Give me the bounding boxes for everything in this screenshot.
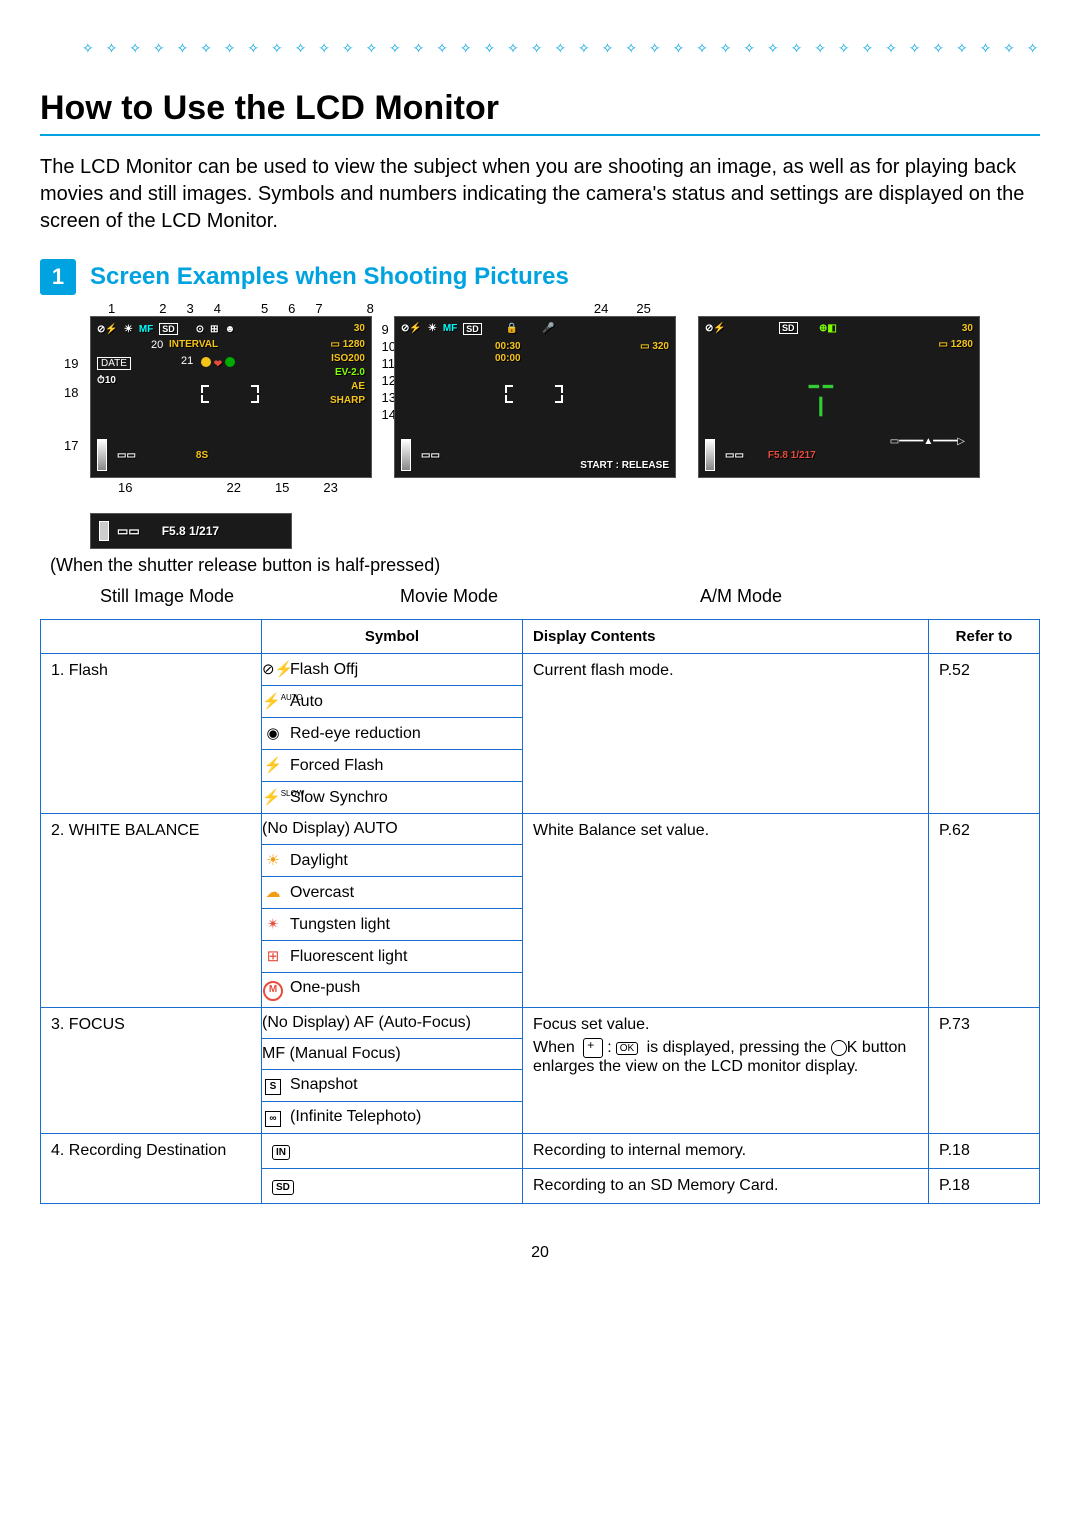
movie-size: 320 <box>652 341 669 352</box>
sym-label: Tungsten light <box>290 916 390 933</box>
callout-num: 8 <box>367 301 374 316</box>
movie-mode-screen: ⊘⚡ ☀ MF SD 🔒 🎤 00:30 00:00 ▭ 320 <box>394 316 676 478</box>
remaining-shots: 30 <box>354 323 365 334</box>
still-mode-label: Still Image Mode <box>100 586 400 607</box>
sym-label: (No Display) AF (Auto-Focus) <box>262 1014 471 1031</box>
interval-label: INTERVAL <box>169 339 218 350</box>
sharp-label: SHARP <box>330 395 365 406</box>
callout-num: 22 <box>226 480 240 495</box>
table-row: 3. FOCUS (No Display) AF (Auto-Focus) MF… <box>41 1008 1040 1134</box>
refer-wb: P.62 <box>929 814 1040 1008</box>
sym-label: (Infinite Telephoto) <box>290 1108 421 1125</box>
callout-num: 16 <box>118 480 132 495</box>
callout-num: 1 <box>108 301 115 316</box>
sd-icon: SD <box>272 1180 294 1195</box>
am-mode-screen: ⊘⚡ SD ⊕◧ 30 ▭ 1280 ━ ━ ┃ ▭━━━━▲━━━━▷ ▭▭ … <box>698 316 980 478</box>
row-name-dest: 4. Recording Destination <box>41 1134 262 1204</box>
row-name-wb: 2. WHITE BALANCE <box>41 814 262 1008</box>
callout-num: 3 <box>186 301 193 316</box>
image-size-am: 1280 <box>951 339 973 350</box>
am-mode-label: A/M Mode <box>700 586 1000 607</box>
half-press-am: F5.8 1/217 <box>768 450 816 461</box>
section-title: Screen Examples when Shooting Pictures <box>90 263 1040 291</box>
display-dest-sd: Recording to an SD Memory Card. <box>523 1169 929 1204</box>
iso-label: ISO200 <box>331 353 365 364</box>
refer-focus: P.73 <box>929 1008 1040 1134</box>
table-header-display: Display Contents <box>523 620 929 654</box>
table-row: 1. Flash ⊘⚡Flash Offj ⚡AUTOAuto Red-eye … <box>41 654 1040 814</box>
table-row: 4. Recording Destination IN Recording to… <box>41 1134 1040 1169</box>
refer-dest-sd: P.18 <box>929 1169 1040 1204</box>
callout-num: 18 <box>64 385 78 400</box>
image-size: 1280 <box>343 339 365 350</box>
sym-label: Slow Synchro <box>290 789 388 806</box>
selftimer-label: 10 <box>105 375 116 386</box>
table-header-refer: Refer to <box>929 620 1040 654</box>
sym-label: (No Display) AUTO <box>262 820 398 837</box>
symbol-table: Symbol Display Contents Refer to 1. Flas… <box>40 619 1040 1204</box>
date-label: DATE <box>97 357 131 370</box>
half-press-strip: ▭▭ F5.8 1/217 <box>90 513 292 549</box>
sym-label: Forced Flash <box>290 757 383 774</box>
callout-num: 4 <box>214 301 221 316</box>
callout-num: 2 <box>159 301 166 316</box>
callout-num: 15 <box>275 480 289 495</box>
sym-label: Red-eye reduction <box>290 725 421 742</box>
refer-flash: P.52 <box>929 654 1040 814</box>
display-wb: White Balance set value. <box>523 814 929 1008</box>
refer-dest-in: P.18 <box>929 1134 1040 1169</box>
callout-num: 25 <box>636 301 650 316</box>
sym-label: Fluorescent light <box>290 948 407 965</box>
page-title: How to Use the LCD Monitor <box>40 89 1040 136</box>
zoom-icon <box>583 1038 603 1058</box>
ae-label: AE <box>351 381 365 392</box>
callout-num: 21 <box>181 355 193 367</box>
callout-num: 17 <box>64 438 78 453</box>
sym-label: MF (Manual Focus) <box>262 1045 401 1062</box>
ok-icon: OK <box>616 1042 638 1055</box>
decorative-divider: ✧ ✧ ✧ ✧ ✧ ✧ ✧ ✧ ✧ ✧ ✧ ✧ ✧ ✧ ✧ ✧ ✧ ✧ ✧ ✧ … <box>40 40 1040 57</box>
remaining-shots-am: 30 <box>962 323 973 334</box>
display-flash: Current flash mode. <box>523 654 929 814</box>
callout-num: 7 <box>315 301 322 316</box>
still-image-screen: ⊘⚡ ☀ MF SD ⊙ ⊞ ☻ 30 ▭ 1280 INTERVAL 20 I… <box>90 316 372 478</box>
callout-num: 24 <box>594 301 608 316</box>
callout-num: 20 <box>151 339 163 351</box>
sym-label: Snapshot <box>290 1076 358 1093</box>
movie-mode-label: Movie Mode <box>400 586 700 607</box>
display-dest-in: Recording to internal memory. <box>523 1134 929 1169</box>
sym-label: Overcast <box>290 884 354 901</box>
table-header-blank <box>41 620 262 654</box>
table-row: 2. WHITE BALANCE (No Display) AUTO ☀Dayl… <box>41 814 1040 1008</box>
sym-label: One-push <box>290 979 360 996</box>
table-header-symbol: Symbol <box>262 620 523 654</box>
display-focus: Focus set value. When :OK is displayed, … <box>523 1008 929 1134</box>
ev-label: EV-2.0 <box>335 367 365 378</box>
shutter-speed: 8S <box>196 450 208 461</box>
in-icon: IN <box>272 1145 290 1160</box>
row-name-focus: 3. FOCUS <box>41 1008 262 1134</box>
sym-label: Auto <box>290 693 323 710</box>
mode-labels: Still Image Mode Movie Mode A/M Mode <box>100 586 1040 607</box>
callout-num: 19 <box>64 356 78 371</box>
page-number: 20 <box>40 1244 1040 1262</box>
chapter-number-badge: 1 <box>40 259 76 295</box>
movie-elapsed: 00:00 <box>495 353 521 364</box>
callout-num: 6 <box>288 301 295 316</box>
sym-label: Flash Offj <box>290 661 358 678</box>
ring-icon <box>831 1040 847 1056</box>
callout-num: 5 <box>261 301 268 316</box>
intro-paragraph: The LCD Monitor can be used to view the … <box>40 154 1040 235</box>
sym-label: Daylight <box>290 852 348 869</box>
start-release: START : RELEASE <box>580 460 669 471</box>
screen-diagrams: 1 2 3 4 5 6 7 8 24 25 19 18 17 ⊘⚡ <box>90 301 1040 549</box>
callout-num: 23 <box>323 480 337 495</box>
movie-remaining: 00:30 <box>495 341 521 352</box>
half-press-caption: (When the shutter release button is half… <box>50 555 1040 576</box>
row-name-flash: 1. Flash <box>41 654 262 814</box>
